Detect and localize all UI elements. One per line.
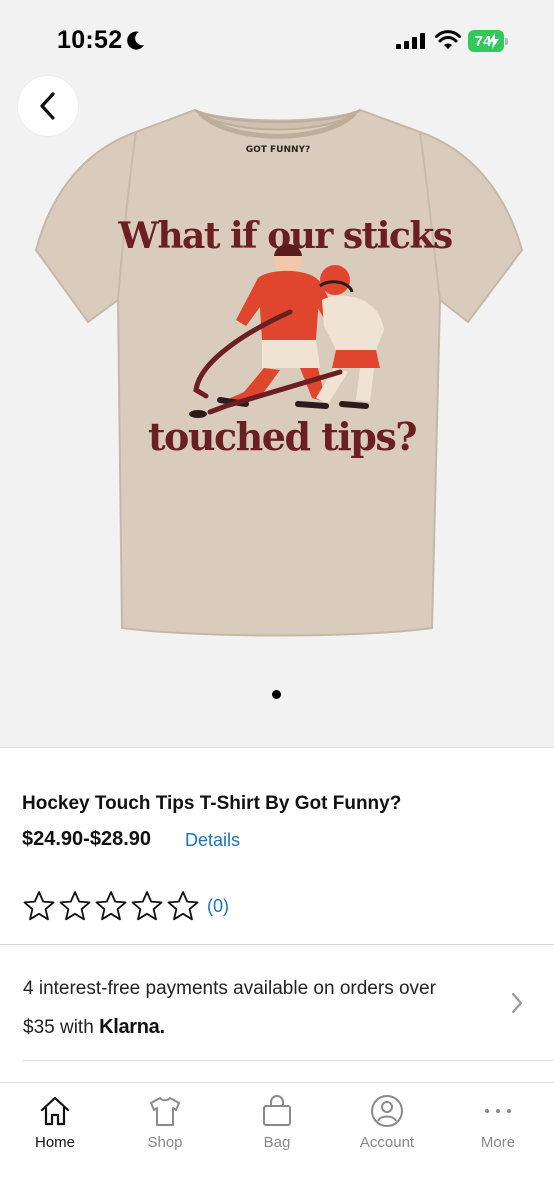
klarna-text-line2: $35 with [23,1017,94,1038]
product-price: $24.90-$28.90 [22,828,152,850]
wifi-icon [435,30,461,49]
tab-bar: Home Shop Bag Account More [0,1082,554,1200]
chevron-left-icon [40,92,55,120]
tshirt-icon [150,1097,180,1126]
klarna-payments-text: 4 interest-free payments available on or… [23,969,513,1047]
details-link[interactable]: Details [185,830,240,851]
divider [0,747,554,748]
chevron-right-icon [511,992,523,1014]
tab-more[interactable]: More [443,1083,553,1163]
star-outline-icon [59,891,91,921]
home-icon [40,1096,70,1126]
tab-shop[interactable]: Shop [110,1083,220,1163]
product-image-carousel[interactable]: GOT FUNNY? What if our sticks touched ti… [0,0,554,748]
battery-indicator: 74 [468,30,508,52]
moon-icon [127,31,144,50]
collar-print-text: GOT FUNNY? [246,145,311,155]
klarna-text-line1: 4 interest-free payments available on or… [23,978,436,999]
status-time: 10:52 [57,26,123,54]
more-icon [485,1109,511,1113]
tab-shop-label: Shop [147,1134,183,1151]
back-button[interactable] [18,76,78,136]
tab-more-label: More [480,1134,516,1151]
tab-bag[interactable]: Bag [222,1083,332,1163]
account-icon [371,1095,403,1127]
tab-account-label: Account [359,1134,415,1151]
product-image-tshirt[interactable]: GOT FUNNY? What if our sticks touched ti… [0,100,554,660]
status-bar: 10:52 74 [0,0,554,80]
charging-bolt-icon [489,33,499,49]
tab-bag-label: Bag [263,1134,291,1151]
cellular-signal-icon [396,33,425,49]
star-outline-icon [23,891,55,921]
bag-icon [263,1095,291,1126]
klarna-logo: Klarna. [99,1016,165,1038]
star-outline-icon [167,891,199,921]
product-title: Hockey Touch Tips T-Shirt By Got Funny? [22,793,402,814]
tab-home-label: Home [34,1134,75,1151]
rating-count[interactable]: (0) [207,896,229,917]
star-outline-icon [95,891,127,921]
carousel-page-indicator[interactable] [272,690,281,699]
divider [22,1060,554,1061]
shirt-print-bottom-text: touched tips? [148,414,416,459]
star-outline-icon [131,891,163,921]
star-rating[interactable]: (0) [23,890,229,922]
klarna-payments-row[interactable]: 4 interest-free payments available on or… [0,945,554,1061]
tab-account[interactable]: Account [332,1083,442,1163]
tab-home[interactable]: Home [0,1083,110,1163]
